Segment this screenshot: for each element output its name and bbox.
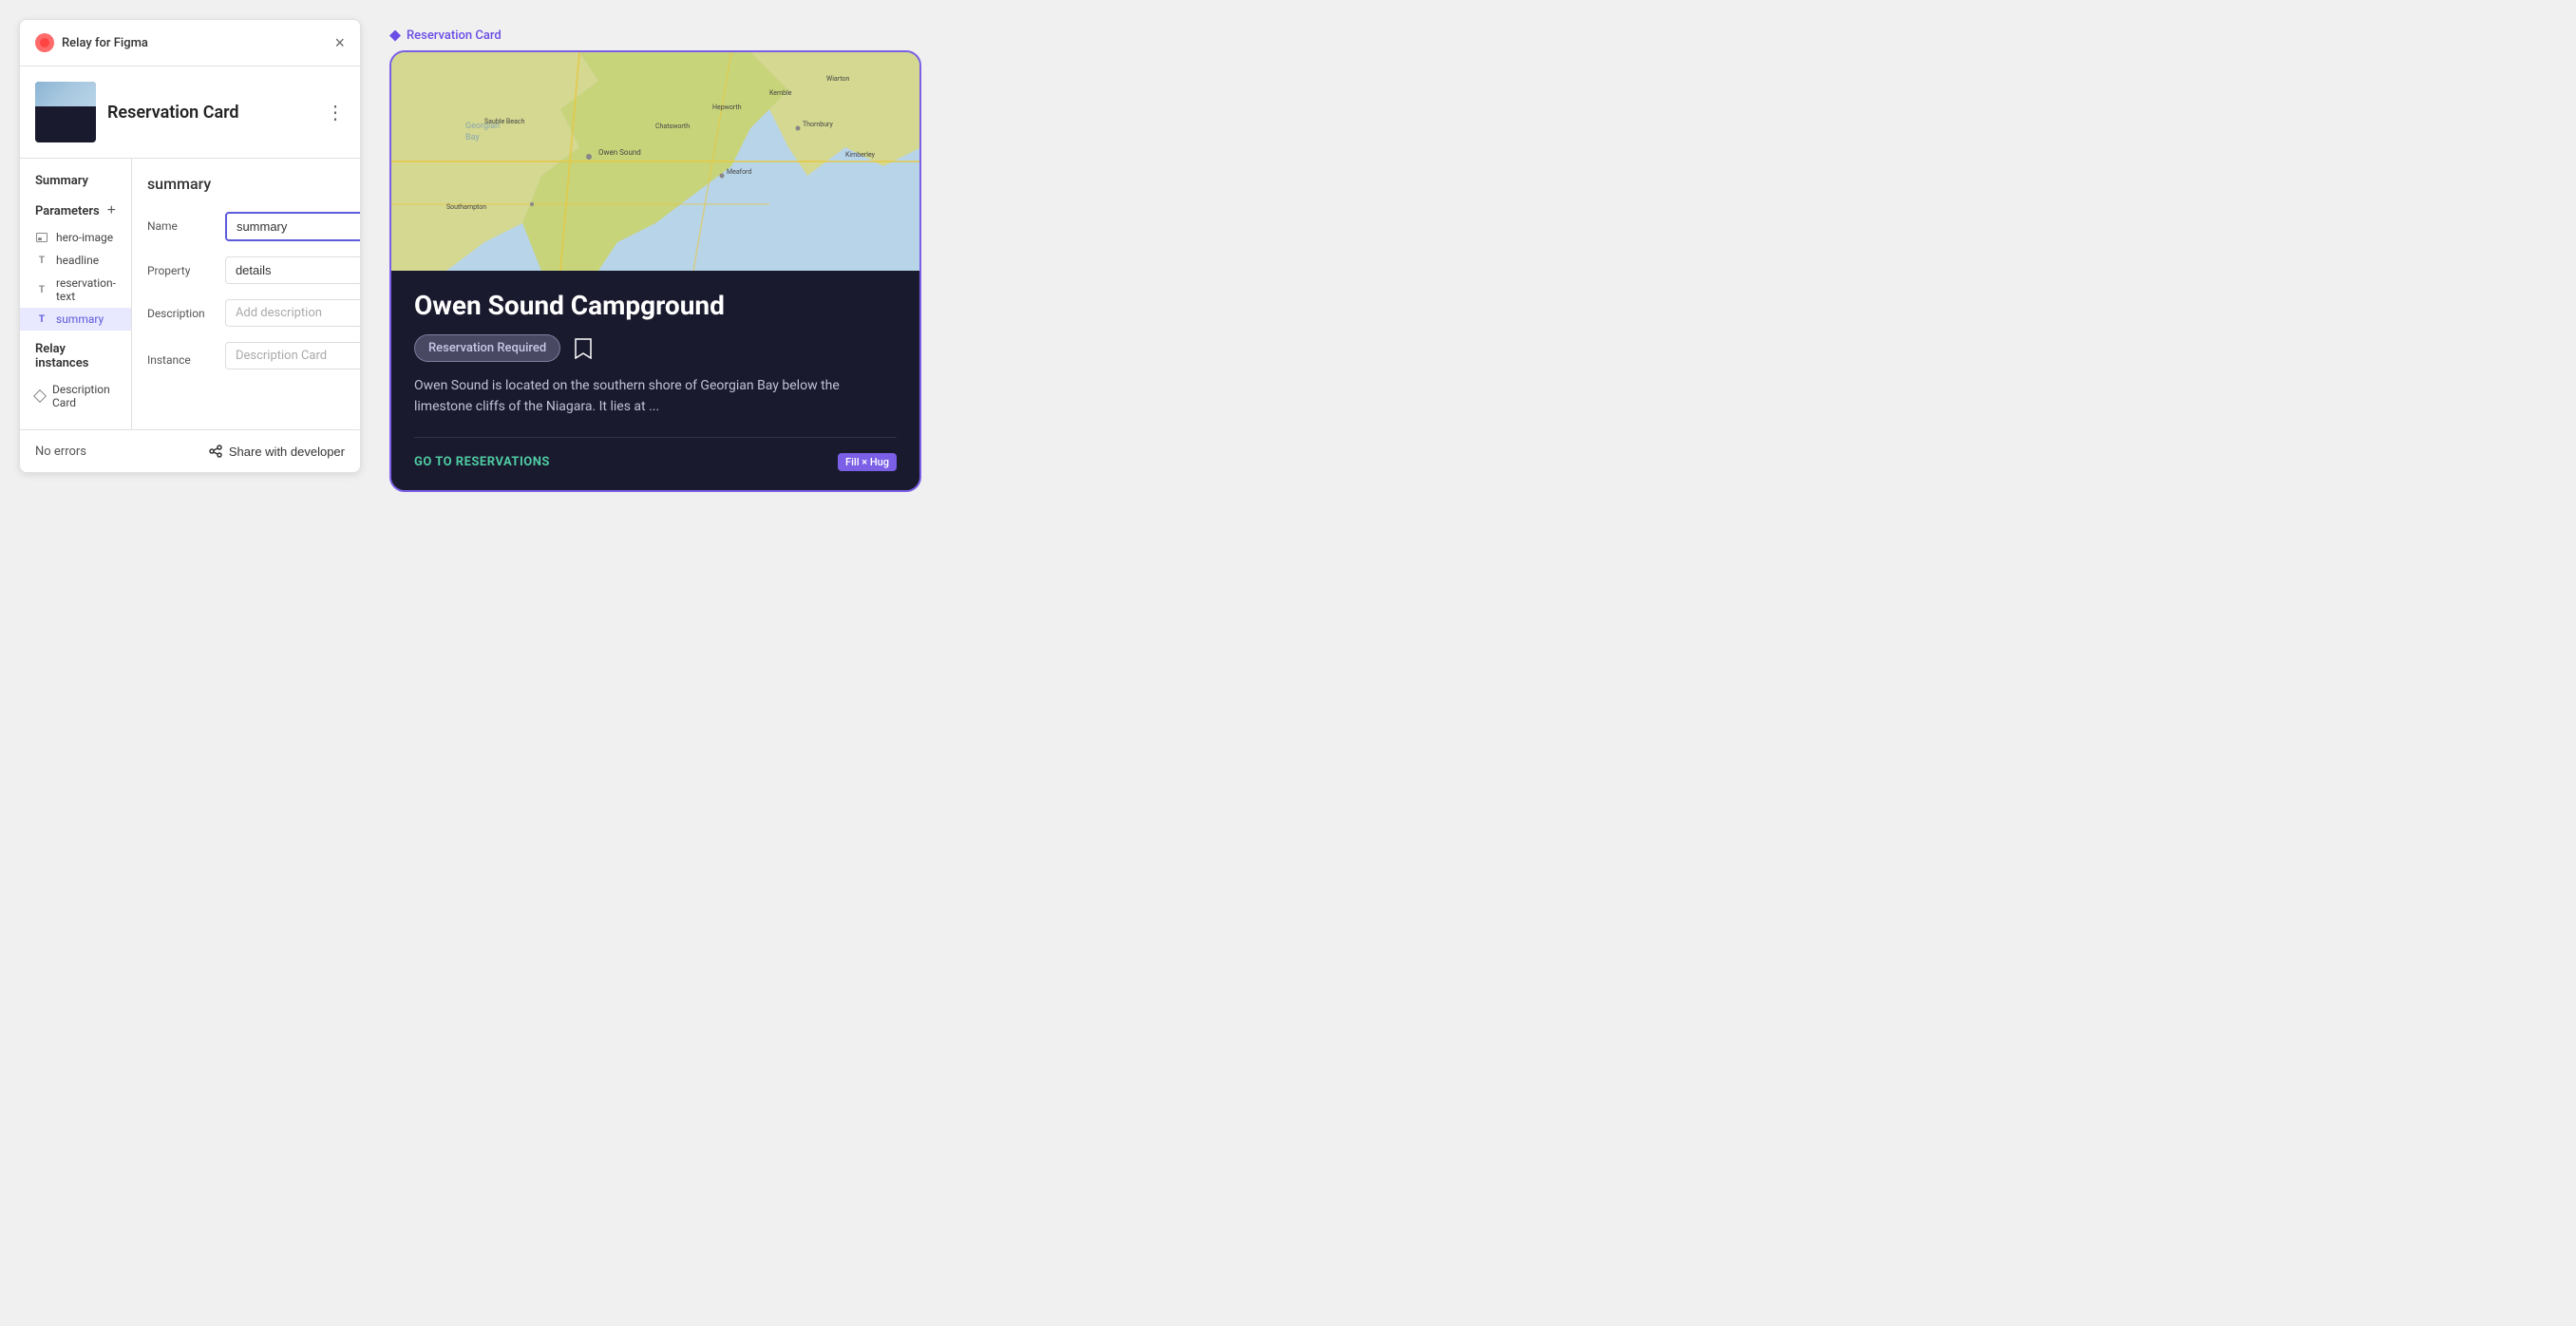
relay-label-text: Reservation Card: [407, 28, 502, 43]
close-button[interactable]: ×: [334, 34, 345, 51]
instance-label-description-card: Description Card: [52, 383, 116, 409]
component-thumbnail: [35, 82, 96, 142]
svg-text:Hepworth: Hepworth: [712, 104, 742, 111]
svg-text:Owen Sound: Owen Sound: [598, 148, 641, 157]
summary-section-title: Summary: [20, 174, 131, 196]
more-options-button[interactable]: ⋮: [326, 101, 345, 124]
name-row: Name: [147, 212, 361, 241]
param-item-reservation-text[interactable]: T reservation-text: [20, 272, 131, 308]
card-description: Owen Sound is located on the southern sh…: [414, 375, 897, 418]
param-label-hero-image: hero-image: [56, 231, 113, 244]
card-preview: Georgian Bay Owen Sound Meaford Thornbur…: [389, 50, 921, 492]
diamond-icon: [33, 389, 47, 403]
app-title: Relay for Figma: [62, 36, 148, 50]
svg-text:Kimberley: Kimberley: [845, 151, 876, 159]
instance-item-description-card[interactable]: Description Card: [20, 378, 131, 414]
thumb-map: [35, 82, 96, 106]
share-with-developer-button[interactable]: Share with developer: [208, 444, 345, 459]
param-item-summary[interactable]: T summary: [20, 308, 131, 331]
svg-text:Southampton: Southampton: [446, 203, 486, 211]
svg-text:Sauble Beach: Sauble Beach: [484, 118, 524, 125]
svg-text:Bay: Bay: [465, 133, 480, 142]
parameters-title: Parameters: [35, 204, 100, 218]
fill-hug-badge: Fill × Hug: [838, 453, 897, 471]
instance-value: Description Card: [225, 342, 361, 369]
text-type-icon-headline: T: [35, 254, 48, 267]
relay-instances-title: Relay instances: [20, 331, 131, 378]
card-map-image: Georgian Bay Owen Sound Meaford Thornbur…: [391, 52, 919, 271]
card-footer: GO TO RESERVATIONS Fill × Hug: [414, 437, 897, 471]
card-content: Owen Sound Campground Reservation Requir…: [391, 271, 919, 490]
name-input[interactable]: [225, 212, 361, 241]
description-row: Description Add description: [147, 299, 361, 327]
param-item-headline[interactable]: T headline: [20, 249, 131, 272]
bookmark-icon: [572, 337, 595, 360]
component-header-left: Reservation Card: [35, 82, 239, 142]
relay-diamond-icon: [389, 30, 401, 42]
property-select[interactable]: details summary description text: [225, 256, 361, 284]
left-panel: Relay for Figma × Reservation Card ⋮ Sum…: [19, 19, 361, 473]
description-label: Description: [147, 299, 214, 320]
param-item-hero-image[interactable]: hero-image: [20, 226, 131, 249]
svg-text:Wiarton: Wiarton: [826, 75, 849, 83]
add-parameter-button[interactable]: +: [107, 203, 116, 218]
header-left: Relay for Figma: [35, 33, 148, 52]
form-title: summary: [147, 175, 211, 193]
name-label: Name: [147, 212, 214, 233]
svg-text:Kemble: Kemble: [769, 89, 792, 97]
param-label-headline: headline: [56, 254, 99, 267]
panel-footer: No errors Share with developer: [20, 429, 360, 472]
property-label: Property: [147, 256, 214, 277]
thumb-dark: [35, 106, 96, 142]
parameters-header: Parameters +: [20, 196, 131, 226]
component-header: Reservation Card ⋮: [20, 66, 360, 159]
svg-text:Chatsworth: Chatsworth: [655, 123, 690, 130]
component-name: Reservation Card: [107, 103, 239, 123]
left-sidebar: Summary Parameters + hero-image T headli…: [20, 159, 132, 429]
svg-text:Thornbury: Thornbury: [803, 121, 833, 128]
right-form: summary 🗑 Name Property details summary …: [132, 159, 361, 429]
param-label-reservation-text: reservation-text: [56, 276, 116, 303]
panel-body: Summary Parameters + hero-image T headli…: [20, 159, 360, 429]
relay-component-label: Reservation Card: [389, 28, 2548, 43]
text-type-icon-summary: T: [35, 313, 48, 326]
instance-label: Instance: [147, 346, 214, 367]
cta-label: GO TO RESERVATIONS: [414, 455, 550, 469]
card-tags: Reservation Required: [414, 334, 897, 362]
relay-logo-icon: [35, 33, 54, 52]
no-errors-label: No errors: [35, 445, 86, 459]
right-panel: Reservation Card: [380, 19, 2557, 502]
description-placeholder[interactable]: Add description: [225, 299, 361, 327]
card-title: Owen Sound Campground: [414, 290, 897, 321]
reservation-tag: Reservation Required: [414, 334, 560, 362]
form-header: summary 🗑: [147, 174, 361, 193]
share-label: Share with developer: [229, 445, 345, 459]
param-label-summary: summary: [56, 313, 104, 326]
image-type-icon: [35, 231, 48, 244]
text-type-icon-reservation: T: [35, 283, 48, 296]
instance-row: Instance Description Card: [147, 342, 361, 369]
panel-header: Relay for Figma ×: [20, 20, 360, 66]
share-icon: [208, 444, 223, 459]
svg-text:Meaford: Meaford: [727, 168, 751, 176]
image-icon-shape: [36, 233, 47, 242]
property-row: Property details summary description tex…: [147, 256, 361, 284]
